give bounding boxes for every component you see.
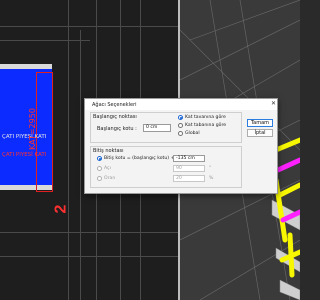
end-option-label: Açı — [104, 166, 111, 171]
grid-line — [0, 232, 178, 233]
close-icon[interactable]: ✕ — [271, 100, 276, 107]
grid-line — [68, 0, 69, 300]
grid-line — [80, 30, 81, 300]
start-elevation-input[interactable]: 0 cm — [143, 124, 171, 132]
floor-label: ÇATI PIYESİ KATI — [2, 134, 47, 140]
start-option-label: Kat tabanına göre — [185, 123, 227, 128]
end-option-radio[interactable] — [97, 176, 102, 181]
start-elevation-label: Başlangıç kotu : — [97, 126, 137, 132]
angle-unit: ° — [209, 166, 212, 171]
grid-line — [0, 40, 90, 41]
axis-marker: 2 — [52, 204, 70, 214]
dialog-title: Ağacı Seçenekleri — [92, 102, 137, 108]
end-option-label: Oran — [104, 176, 116, 181]
ratio-input[interactable]: 20 — [173, 175, 205, 182]
start-option-radio[interactable] — [178, 131, 183, 136]
start-option-radio[interactable] — [178, 123, 183, 128]
ratio-unit: % — [209, 176, 214, 181]
end-option-radio[interactable] — [97, 156, 102, 161]
end-group-label: Bitiş noktası — [93, 148, 124, 154]
cancel-button[interactable]: İptal — [247, 129, 273, 137]
end-option-radio[interactable] — [97, 166, 102, 171]
start-option-label: Global — [185, 131, 200, 136]
floor-label-red: ÇATI PIYESİ KATI — [2, 152, 47, 158]
grid-line — [0, 256, 178, 257]
angle-input[interactable]: 90 — [173, 165, 205, 172]
ok-button[interactable]: Tamam — [247, 119, 273, 127]
start-option-label: Kat tavanına göre — [185, 115, 226, 120]
dialog: Ağacı Seçenekleri ✕ Başlangıç noktası Ba… — [84, 98, 278, 194]
grid-line — [0, 26, 178, 27]
start-group-label: Başlangıç noktası — [93, 114, 137, 120]
end-elevation-input[interactable]: -135 cm — [173, 155, 205, 162]
dimension-text: KAT=2950 — [28, 108, 37, 150]
start-option-radio[interactable] — [178, 115, 183, 120]
end-option-label: Bitiş kotu = (başlangıç kotu) + — [104, 156, 175, 161]
selection-outline — [36, 72, 53, 192]
